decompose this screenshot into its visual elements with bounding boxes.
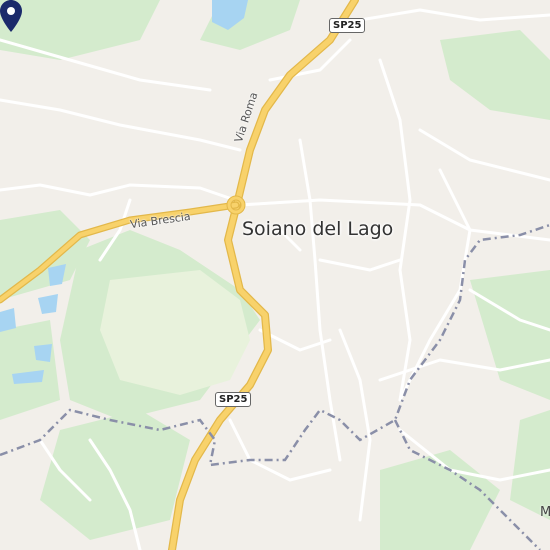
edge-place-label: M <box>540 505 550 520</box>
green-areas <box>0 0 550 550</box>
map-tiles <box>0 0 550 550</box>
map-canvas[interactable]: Soiano del Lago SP25 SP25 Via Roma Via B… <box>0 0 550 550</box>
road-badge-sp25-north: SP25 <box>329 18 366 33</box>
location-pin-icon[interactable] <box>0 0 22 32</box>
road-badge-sp25-south: SP25 <box>215 392 252 407</box>
town-label: Soiano del Lago <box>242 218 394 240</box>
